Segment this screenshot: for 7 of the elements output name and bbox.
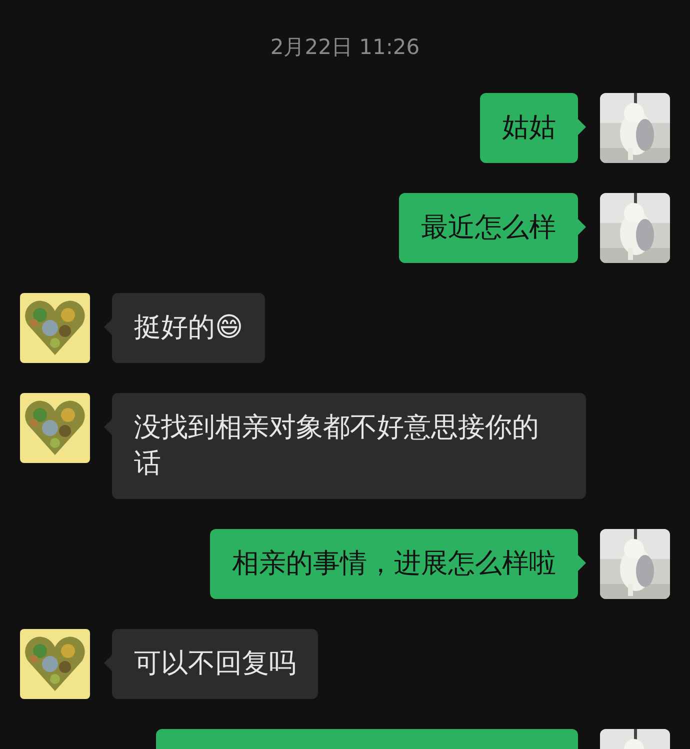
message-bubble: 相亲的事情，进展怎么样啦 xyxy=(210,529,586,599)
message-bubble: 姑姑 xyxy=(480,93,586,163)
message-bubble: 挺好的😄 xyxy=(104,293,266,363)
message-bubble: 可以不回复吗 xyxy=(104,629,318,699)
message-bubble: 最近怎么样 xyxy=(399,193,586,263)
message-bubble: 没找到相亲对象都不好意思接你的话 xyxy=(104,393,586,499)
timestamp: 2月22日 11:26 xyxy=(270,35,420,59)
